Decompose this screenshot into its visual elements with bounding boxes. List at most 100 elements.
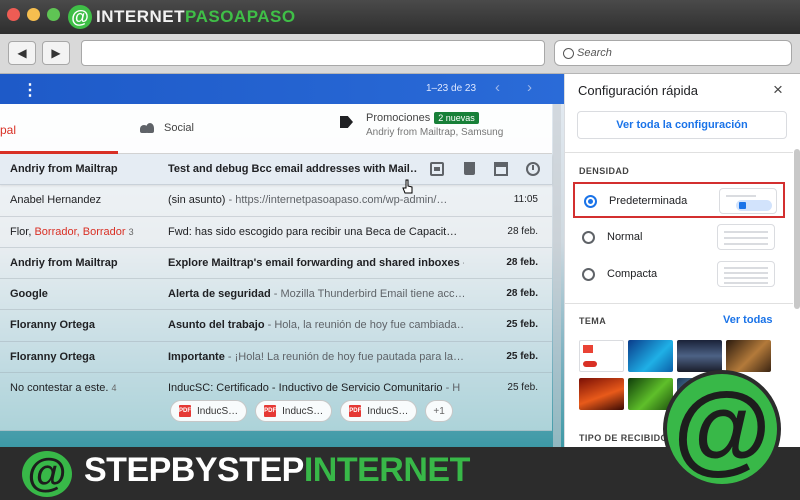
draft-label: Borrador, Borrador [34, 225, 126, 238]
theme-thumb-lake[interactable] [677, 340, 722, 372]
table-row[interactable]: Anabel Hernandez (sin asunto) - https://… [0, 185, 552, 217]
email-subject: Alerta de seguridad [168, 288, 271, 301]
tab-primary[interactable]: pal [0, 104, 118, 154]
radio-unchecked-icon [582, 268, 595, 281]
prev-page-icon[interactable]: ‹ [495, 79, 500, 96]
browser-search-input[interactable]: Search [554, 40, 792, 66]
density-option-label: Compacta [607, 268, 658, 280]
panel-scrollbar[interactable] [794, 149, 800, 309]
email-date: 11:05 [513, 194, 538, 206]
density-preview [717, 224, 775, 250]
divider [565, 303, 793, 304]
next-page-icon[interactable]: › [527, 79, 532, 96]
radio-checked-icon [584, 195, 597, 208]
site-logo: @ INTERNETPASOAPASO [68, 4, 296, 30]
table-row[interactable]: Google Alerta de seguridad - Mozilla Thu… [0, 279, 552, 311]
table-row[interactable]: Flor, Borrador, Borrador 3 Fwd: has sido… [0, 216, 552, 248]
pdf-icon: PDF [349, 405, 362, 417]
back-arrow-icon: ◀ [17, 46, 27, 60]
density-option-default[interactable]: Predeterminada [573, 182, 785, 218]
thread-count: 4 [111, 383, 117, 394]
email-subject: Asunto del trabajo [168, 319, 265, 332]
email-subject: Fwd: has sido escogido para recibir una … [168, 225, 458, 238]
inbox-toolbar: ⋮ 1–23 de 23 ‹ › [0, 74, 564, 104]
banner-prefix: STEPBYSTEP [84, 451, 304, 489]
trash-icon[interactable] [464, 162, 475, 175]
density-section-title: DENSIDAD [579, 166, 630, 176]
email-snippet: - M [460, 257, 464, 269]
pdf-icon: PDF [179, 405, 191, 417]
email-sender: Flor, [10, 225, 35, 238]
more-attachments-chip[interactable]: +1 [425, 400, 453, 422]
theme-section-title: TEMA [579, 316, 607, 326]
snooze-icon[interactable] [526, 162, 540, 176]
banner-text: STEPBYSTEPINTERNET [84, 451, 470, 490]
more-options-icon[interactable]: ⋮ [22, 80, 38, 100]
mark-read-icon[interactable] [494, 162, 508, 176]
theme-thumb-chess[interactable] [726, 340, 771, 372]
email-snippet: - ¡Hola! La reunión de hoy fue pautada p… [224, 350, 464, 363]
view-all-settings-button[interactable]: Ver toda la configuración [577, 111, 787, 139]
forward-button[interactable]: ▶ [42, 41, 70, 65]
attachment-chip[interactable]: PDF InducS… [340, 400, 418, 422]
tab-social[interactable]: Social [140, 122, 194, 134]
email-subject: InducSC: Certificado - Inductivo de Serv… [168, 382, 443, 395]
people-icon [140, 123, 154, 133]
email-date: 25 feb. [506, 350, 538, 362]
attachment-chip[interactable]: PDF InducS… [255, 400, 333, 422]
email-sender: Floranny Ortega [10, 350, 95, 363]
archive-icon[interactable] [430, 162, 444, 176]
theme-thumb-blue[interactable] [628, 340, 673, 372]
email-subject: Test and debug Bcc email addresses with … [168, 163, 418, 175]
tab-primary-label: pal [0, 123, 17, 137]
address-bar[interactable] [81, 40, 545, 66]
at-logo-icon: @ [68, 5, 92, 29]
email-snippet: - https://internetpasoapaso.com/wp-admin… [225, 194, 448, 207]
forward-arrow-icon: ▶ [51, 46, 61, 60]
close-icon[interactable]: × [773, 80, 783, 100]
attachment-chips: PDF InducS… PDF InducS… PDF InducS… +1 [170, 400, 461, 422]
back-button[interactable]: ◀ [8, 41, 36, 65]
hand-cursor-icon [402, 179, 413, 194]
theme-thumb-default[interactable] [579, 340, 624, 372]
attachment-chip[interactable]: PDF InducS… [170, 400, 248, 422]
email-date: 28 feb. [506, 288, 538, 300]
zoom-window-button[interactable] [47, 8, 60, 21]
watermark-at-icon: @ [663, 370, 781, 488]
screenshot-root: @ INTERNETPASOAPASO ◀ ▶ Search ⋮ 1–23 de… [0, 0, 800, 500]
email-sender: Floranny Ortega [10, 319, 95, 332]
radio-unchecked-icon [582, 231, 595, 244]
density-preview [719, 188, 777, 214]
close-window-button[interactable] [7, 8, 20, 21]
attachment-name: InducS… [367, 405, 409, 417]
minimize-window-button[interactable] [27, 8, 40, 21]
category-tabs: pal Social Promociones 2 nuevas Andriy fr… [0, 104, 552, 154]
table-row[interactable]: Andriy from Mailtrap Test and debug Bcc … [0, 154, 552, 186]
email-date: 25 feb. [507, 382, 538, 394]
thread-count: 3 [128, 226, 134, 237]
logo-text: INTERNETPASOAPASO [96, 7, 296, 27]
email-date: 28 feb. [507, 225, 538, 237]
browser-toolbar: ◀ ▶ Search [0, 34, 800, 74]
email-date: 25 feb. [506, 319, 538, 331]
table-row[interactable]: Andriy from Mailtrap Explore Mailtrap's … [0, 247, 552, 280]
pdf-icon: PDF [264, 405, 277, 417]
email-snippet: - H [442, 382, 461, 395]
tab-promotions-senders: Andriy from Mailtrap, Samsung [366, 127, 504, 138]
density-option-normal[interactable]: Normal [573, 220, 785, 256]
inbox-scrollbar[interactable] [553, 104, 561, 447]
table-row[interactable]: Floranny Ortega Asunto del trabajo - Hol… [0, 310, 552, 342]
table-row[interactable]: Floranny Ortega Importante - ¡Hola! La r… [0, 341, 552, 374]
theme-thumb-leaf[interactable] [628, 378, 673, 410]
inbox-type-section-title: TIPO DE RECIBIDO [579, 433, 668, 443]
divider [565, 152, 793, 153]
email-sender: Anabel Hernandez [10, 194, 102, 207]
email-sender: Andriy from Mailtrap [10, 256, 118, 269]
pagination-count: 1–23 de 23 [426, 83, 477, 94]
theme-thumb-sunset[interactable] [579, 378, 624, 410]
density-option-compact[interactable]: Compacta [573, 257, 785, 293]
row-actions [430, 162, 558, 176]
tag-icon [340, 116, 353, 128]
view-all-themes-link[interactable]: Ver todas [723, 314, 773, 326]
density-option-label: Predeterminada [609, 195, 688, 207]
